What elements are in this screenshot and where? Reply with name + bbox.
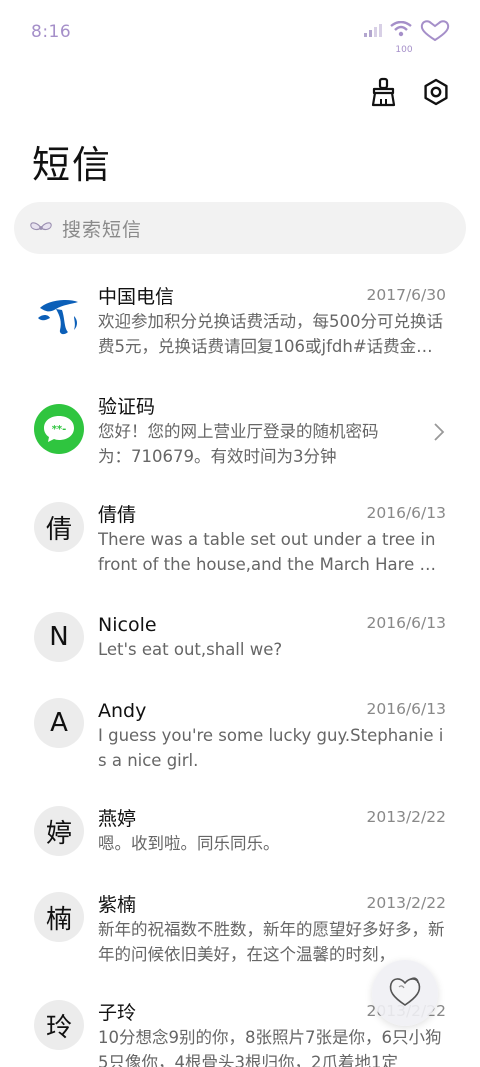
signal-icon bbox=[364, 22, 382, 41]
contact-name: 验证码 bbox=[98, 396, 156, 418]
search-input[interactable]: 搜索短信 bbox=[62, 215, 142, 242]
list-item[interactable]: A Andy 2016/6/13 I guess you're some luc… bbox=[0, 698, 480, 798]
avatar: 倩 bbox=[34, 502, 84, 552]
avatar: 玲 bbox=[34, 1000, 84, 1050]
battery-icon: 100 bbox=[395, 20, 450, 55]
message-date: 2016/6/13 bbox=[366, 700, 446, 718]
message-preview: 嗯。收到啦。同乐同乐。 bbox=[98, 834, 280, 853]
message-preview: I guess you're some lucky guy.Stephanie … bbox=[98, 726, 444, 770]
message-date: 2013/2/22 bbox=[366, 808, 446, 826]
message-body: 紫楠 2013/2/22 新年的祝福数不胜数，新年的愿望好多好多，新年的问候依旧… bbox=[98, 892, 446, 967]
avatar: 婷 bbox=[34, 806, 84, 856]
settings-button[interactable] bbox=[418, 76, 454, 112]
list-item[interactable]: N Nicole 2016/6/13 Let's eat out,shall w… bbox=[0, 612, 480, 692]
avatar: A bbox=[34, 698, 84, 748]
avatar: **- bbox=[34, 404, 84, 454]
avatar: 楠 bbox=[34, 892, 84, 942]
message-preview: Let's eat out,shall we? bbox=[98, 640, 283, 659]
avatar bbox=[34, 292, 84, 342]
avatar: N bbox=[34, 612, 84, 662]
list-item[interactable]: 婷 燕婷 2013/2/22 嗯。收到啦。同乐同乐。 bbox=[0, 806, 480, 886]
message-preview: 欢迎参加积分兑换话费活动，每500分可兑换话费5元，兑换话费请回复106或jfd… bbox=[98, 312, 443, 356]
search-icon bbox=[30, 217, 52, 239]
toolbar bbox=[366, 76, 454, 112]
list-item[interactable]: 中国电信 2017/6/30 欢迎参加积分兑换话费活动，每500分可兑换话费5元… bbox=[0, 282, 480, 382]
message-date: 2016/6/13 bbox=[366, 614, 446, 632]
list-item[interactable]: 倩 倩倩 2016/6/13 There was a table set out… bbox=[0, 502, 480, 602]
svg-text:**-: **- bbox=[52, 424, 67, 435]
message-body: Nicole 2016/6/13 Let's eat out,shall we? bbox=[98, 612, 446, 663]
list-item[interactable]: **- 验证码 您好！您的网上营业厅登录的随机密码为：710679。有效时间为3… bbox=[0, 392, 480, 492]
message-preview: 新年的祝福数不胜数，新年的愿望好多好多，新年的问候依旧美好，在这个温馨的时刻， bbox=[98, 920, 445, 964]
page-title: 短信 bbox=[32, 143, 113, 187]
message-date: 2013/2/22 bbox=[366, 894, 446, 912]
message-body: 燕婷 2013/2/22 嗯。收到啦。同乐同乐。 bbox=[98, 806, 446, 857]
clean-button[interactable] bbox=[366, 76, 402, 112]
status-icons: 100 bbox=[364, 20, 450, 55]
message-bubble-icon: **- bbox=[34, 404, 84, 454]
gear-icon bbox=[422, 78, 450, 110]
message-preview: 10分想念9别的你，8张照片7张是你，6只小狗5只像你，4根骨头3根归你，2爪着… bbox=[98, 1028, 442, 1067]
message-date: 2017/6/30 bbox=[366, 286, 446, 304]
chevron-right-icon[interactable] bbox=[432, 422, 446, 441]
message-body: 倩倩 2016/6/13 There was a table set out u… bbox=[98, 502, 446, 577]
heart-lock-icon bbox=[385, 971, 425, 1015]
status-bar: 8:16 100 bbox=[0, 0, 480, 64]
wifi-icon bbox=[390, 20, 412, 41]
broom-icon bbox=[370, 77, 398, 111]
message-preview: There was a table set out under a tree i… bbox=[98, 530, 441, 574]
message-body: 验证码 您好！您的网上营业厅登录的随机密码为：710679。有效时间为3分钟 bbox=[98, 394, 400, 469]
status-time: 8:16 bbox=[31, 22, 72, 42]
battery-level: 100 bbox=[395, 45, 413, 55]
search-bar[interactable]: 搜索短信 bbox=[14, 202, 466, 254]
message-date: 2016/6/13 bbox=[366, 504, 446, 522]
message-body: Andy 2016/6/13 I guess you're some lucky… bbox=[98, 698, 446, 773]
china-telecom-logo-icon bbox=[38, 300, 78, 335]
message-preview: 您好！您的网上营业厅登录的随机密码为：710679。有效时间为3分钟 bbox=[98, 422, 379, 466]
compose-button[interactable] bbox=[372, 960, 438, 1026]
message-body: 中国电信 2017/6/30 欢迎参加积分兑换话费活动，每500分可兑换话费5元… bbox=[98, 284, 446, 359]
